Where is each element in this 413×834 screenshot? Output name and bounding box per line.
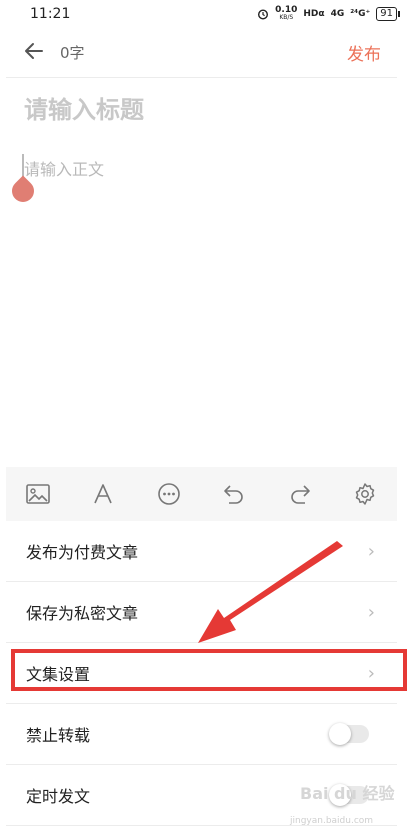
annotation-arrow-icon (198, 541, 343, 643)
watermark-url: jingyan.baidu.com (290, 816, 374, 826)
watermark-logo: Bai du 经验 (300, 784, 395, 803)
